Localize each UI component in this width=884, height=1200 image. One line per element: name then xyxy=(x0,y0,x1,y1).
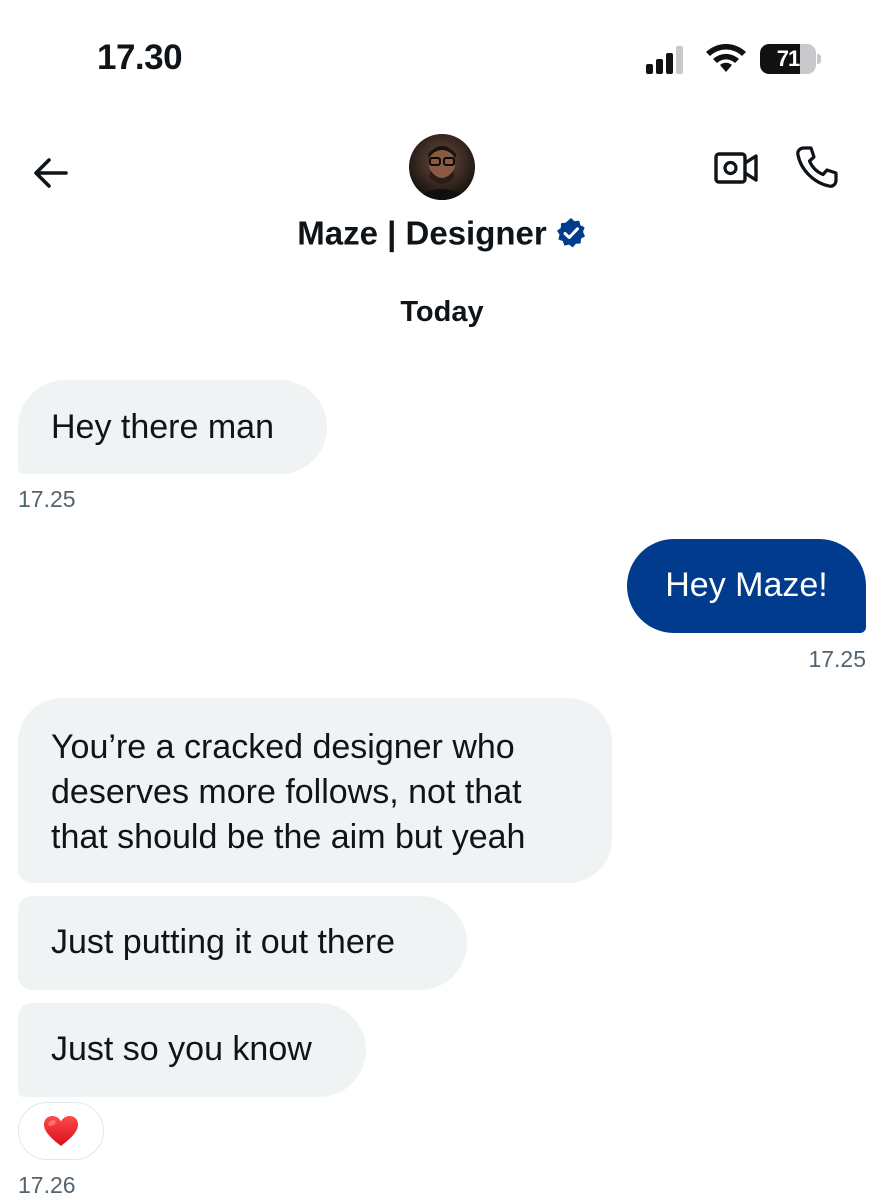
message-line: deserves more follows, not that xyxy=(51,773,522,811)
status-time: 17.30 xyxy=(97,38,183,77)
cellular-signal-icon xyxy=(646,46,683,74)
message-line: that should be the aim but yeah xyxy=(51,818,526,856)
message-timestamp: 17.25 xyxy=(808,646,866,672)
avatar[interactable] xyxy=(409,134,475,200)
contact-title[interactable]: Maze | Designer xyxy=(0,212,884,252)
battery-percent: 71 xyxy=(776,46,800,71)
message-reaction[interactable] xyxy=(18,1102,104,1160)
message-bubble-outgoing[interactable]: Hey Maze! xyxy=(627,539,866,633)
battery-indicator: 71 xyxy=(760,44,822,74)
contact-name: Maze | Designer xyxy=(297,214,547,252)
heart-icon xyxy=(43,1116,79,1146)
message-timestamp: 17.26 xyxy=(18,1172,76,1198)
day-divider: Today xyxy=(400,296,484,328)
message-timestamp: 17.25 xyxy=(18,486,76,512)
message-bubble-incoming[interactable]: Just so you know xyxy=(18,1003,366,1097)
verified-badge-icon xyxy=(556,218,585,248)
back-arrow-icon[interactable] xyxy=(28,150,74,196)
message-line: You’re a cracked designer who xyxy=(51,728,515,766)
message-bubble-incoming[interactable]: Hey there man xyxy=(18,380,327,474)
wifi-icon xyxy=(706,44,746,72)
video-camera-icon[interactable] xyxy=(712,148,760,188)
phone-icon[interactable] xyxy=(794,144,840,190)
avatar-portrait xyxy=(415,146,469,200)
message-bubble-incoming[interactable]: Just putting it out there xyxy=(18,896,467,990)
conversation-header: Maze | Designer xyxy=(0,110,884,280)
message-bubble-incoming[interactable]: You’re a cracked designer who deserves m… xyxy=(18,698,612,883)
status-bar: 17.30 71 xyxy=(0,0,884,110)
